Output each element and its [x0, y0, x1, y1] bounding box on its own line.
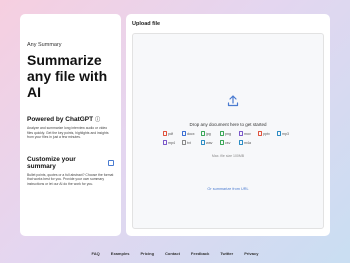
powered-section-title: Powered by ChatGPT ⓘ	[27, 116, 114, 123]
file-png-icon	[220, 131, 224, 136]
powered-description: Analyze and summarize long interview aud…	[27, 126, 109, 140]
format-item-csv: csv	[220, 140, 239, 145]
format-item-m4a: m4a	[239, 140, 258, 145]
file-csv-icon	[220, 140, 224, 145]
format-label: wav	[206, 140, 213, 145]
customize-title-text: Customize your summary	[27, 155, 76, 170]
upload-card: Upload file Drop any document here to ge…	[126, 14, 330, 236]
format-item-docx: docx	[182, 131, 201, 136]
format-item-wav: wav	[201, 140, 220, 145]
footer-link-pricing[interactable]: Pricing	[140, 251, 154, 256]
customize-description: Bullet points, quotes or a full abstract…	[27, 172, 114, 186]
format-item-pdf: pdf	[163, 131, 182, 136]
file-wav-icon	[201, 140, 205, 145]
footer-link-contact[interactable]: Contact	[165, 251, 180, 256]
format-label: pptx	[263, 131, 270, 136]
file-pdf-icon	[163, 131, 167, 136]
upload-icon	[227, 95, 239, 107]
file-pptx-icon	[258, 131, 262, 136]
format-item-pptx: pptx	[258, 131, 277, 136]
file-txt-icon	[182, 140, 186, 145]
intro-card: Any Summary Summarize any file with AI P…	[20, 14, 121, 236]
format-label: mp4	[168, 140, 175, 145]
file-mp4-icon	[163, 140, 167, 145]
max-file-size: Max. file size 100MB	[211, 154, 245, 158]
format-item-jpg: jpg	[201, 131, 220, 136]
footer-nav: FAQ Examples Pricing Contact Feedback Twitter…	[0, 251, 350, 256]
brand-name: Any Summary	[27, 42, 62, 48]
format-label: mov	[244, 131, 251, 136]
format-label: csv	[225, 140, 231, 145]
footer-link-examples[interactable]: Examples	[111, 251, 130, 256]
powered-title-text: Powered by ChatGPT	[27, 116, 94, 123]
file-mov-icon	[239, 131, 243, 136]
format-label: txt	[187, 140, 191, 145]
format-label: docx	[187, 131, 195, 136]
settings-icon	[108, 159, 114, 166]
format-label: png	[225, 131, 231, 136]
upload-title: Upload file	[132, 21, 161, 27]
file-dropzone[interactable]: Drop any document here to get started pd…	[132, 33, 324, 229]
format-label: jpg	[206, 131, 211, 136]
format-label: mp3	[282, 131, 289, 136]
file-jpg-icon	[201, 131, 205, 136]
format-item-png: png	[220, 131, 239, 136]
format-item-mov: mov	[239, 131, 258, 136]
footer-link-faq[interactable]: FAQ	[92, 251, 100, 256]
info-icon: ⓘ	[95, 117, 101, 123]
footer-link-feedback[interactable]: Feedback	[191, 251, 209, 256]
file-mp3-icon	[277, 131, 281, 136]
file-docx-icon	[182, 131, 186, 136]
format-item-mp4: mp4	[163, 140, 182, 145]
format-label: m4a	[244, 140, 251, 145]
customize-section-title: Customize your summary	[27, 156, 114, 170]
hero-title: Summarize any file with AI	[27, 52, 108, 100]
format-label: pdf	[168, 131, 173, 136]
format-item-txt: txt	[182, 140, 201, 145]
footer-link-privacy[interactable]: Privacy	[244, 251, 258, 256]
drop-instruction: Drop any document here to get started	[189, 122, 267, 127]
format-list: pdf docx jpg png mov pptx mp3 mp4 txt wav csv m4a	[163, 131, 297, 145]
summarize-url-link[interactable]: Or summarize from URL	[133, 187, 323, 191]
format-item-mp3: mp3	[277, 131, 296, 136]
file-m4a-icon	[239, 140, 243, 145]
footer-link-twitter[interactable]: Twitter	[220, 251, 233, 256]
